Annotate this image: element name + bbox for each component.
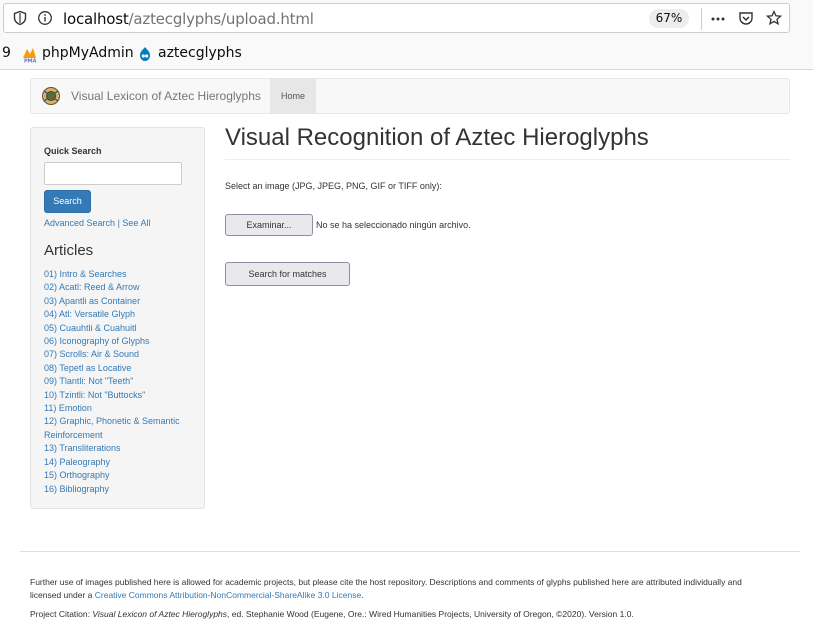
site-navbar: Visual Lexicon of Aztec Hieroglyphs Home — [30, 78, 790, 114]
file-select-label: Select an image (JPG, JPEG, PNG, GIF or … — [225, 181, 442, 191]
article-link[interactable]: 01) Intro & Searches — [44, 268, 194, 281]
article-link[interactable]: 09) Tlantli: Not "Teeth" — [44, 375, 194, 388]
article-link[interactable]: 10) Tzintli: Not "Buttocks" — [44, 389, 194, 402]
article-link[interactable]: 13) Transliterations — [44, 442, 194, 455]
article-link[interactable]: 11) Emotion — [44, 402, 194, 415]
file-status-text: No se ha seleccionado ningún archivo. — [316, 220, 471, 230]
aztec-glyph-logo-icon[interactable] — [41, 86, 61, 106]
bookmarks-toolbar: 9 PMA phpMyAdmin aztecglyphs — [0, 36, 813, 70]
url-path: /aztecglyphs/upload.html — [128, 10, 314, 28]
see-all-link[interactable]: See All — [122, 218, 150, 228]
info-icon[interactable] — [37, 10, 53, 26]
shield-icon[interactable] — [12, 10, 28, 26]
footer-license-text: Further use of images published here is … — [30, 576, 770, 602]
article-link[interactable]: 07) Scrolls: Air & Sound — [44, 348, 194, 361]
zoom-indicator[interactable]: 67% — [649, 9, 689, 28]
url-bar[interactable]: localhost/aztecglyphs/upload.html 67% — [3, 3, 790, 33]
nav-home-link[interactable]: Home — [270, 79, 316, 113]
article-link[interactable]: 03) Apantli as Container — [44, 295, 194, 308]
citation-title: Visual Lexicon of Aztec Hieroglyphs — [92, 609, 228, 619]
footer-text-end: . — [361, 590, 364, 600]
article-link[interactable]: 15) Orthography — [44, 469, 194, 482]
article-link[interactable]: 08) Tepetl as Locative — [44, 362, 194, 375]
more-icon[interactable] — [710, 11, 726, 27]
quick-search-label: Quick Search — [44, 146, 102, 156]
article-link[interactable]: 05) Cuauhtli & Cuahuitl — [44, 322, 194, 335]
article-link[interactable]: 06) Iconography of Glyphs — [44, 335, 194, 348]
sidebar: Quick Search Search Advanced Search | Se… — [30, 127, 205, 509]
license-link[interactable]: Creative Commons Attribution-NonCommerci… — [95, 590, 361, 600]
page-title: Visual Recognition of Aztec Hieroglyphs — [225, 124, 649, 151]
drupal-icon — [140, 47, 150, 61]
article-link[interactable]: 12) Graphic, Phonetic & Semantic Reinfor… — [44, 415, 194, 442]
bookmark-partial[interactable]: 9 — [2, 45, 11, 61]
pocket-icon[interactable] — [738, 10, 754, 26]
article-link[interactable]: 16) Bibliography — [44, 483, 194, 496]
urlbar-separator — [701, 8, 702, 30]
citation-rest: , ed. Stephanie Wood (Eugene, Ore.: Wire… — [227, 609, 634, 619]
link-separator: | — [117, 218, 120, 228]
footer-citation: Project Citation: Visual Lexicon of Azte… — [30, 609, 790, 619]
search-links: Advanced Search | See All — [44, 218, 150, 228]
pma-icon: PMA — [23, 48, 37, 64]
article-link[interactable]: 04) Atl: Versatile Glyph — [44, 308, 194, 321]
articles-heading: Articles — [44, 242, 94, 259]
article-link[interactable]: 14) Paleography — [44, 456, 194, 469]
star-icon[interactable] — [766, 10, 782, 26]
quick-search-button[interactable]: Search — [44, 190, 91, 213]
site-brand[interactable]: Visual Lexicon of Aztec Hieroglyphs — [71, 89, 261, 103]
footer-divider — [20, 551, 800, 552]
article-link[interactable]: 02) Acatl: Reed & Arrow — [44, 281, 194, 294]
bookmark-phpmyadmin[interactable]: phpMyAdmin — [42, 45, 134, 61]
svg-text:PMA: PMA — [24, 59, 37, 64]
search-matches-button[interactable]: Search for matches — [225, 262, 350, 286]
url-text[interactable]: localhost/aztecglyphs/upload.html — [63, 10, 314, 28]
articles-list: 01) Intro & Searches 02) Acatl: Reed & A… — [44, 268, 194, 496]
browser-toolbar: localhost/aztecglyphs/upload.html 67% — [0, 0, 813, 36]
quick-search-input[interactable] — [44, 162, 182, 185]
advanced-search-link[interactable]: Advanced Search — [44, 218, 115, 228]
bookmark-aztecglyphs[interactable]: aztecglyphs — [158, 45, 242, 61]
url-host: localhost — [63, 10, 129, 28]
citation-prefix: Project Citation: — [30, 609, 93, 619]
browse-file-button[interactable]: Examinar... — [225, 214, 313, 236]
title-divider — [225, 159, 790, 160]
